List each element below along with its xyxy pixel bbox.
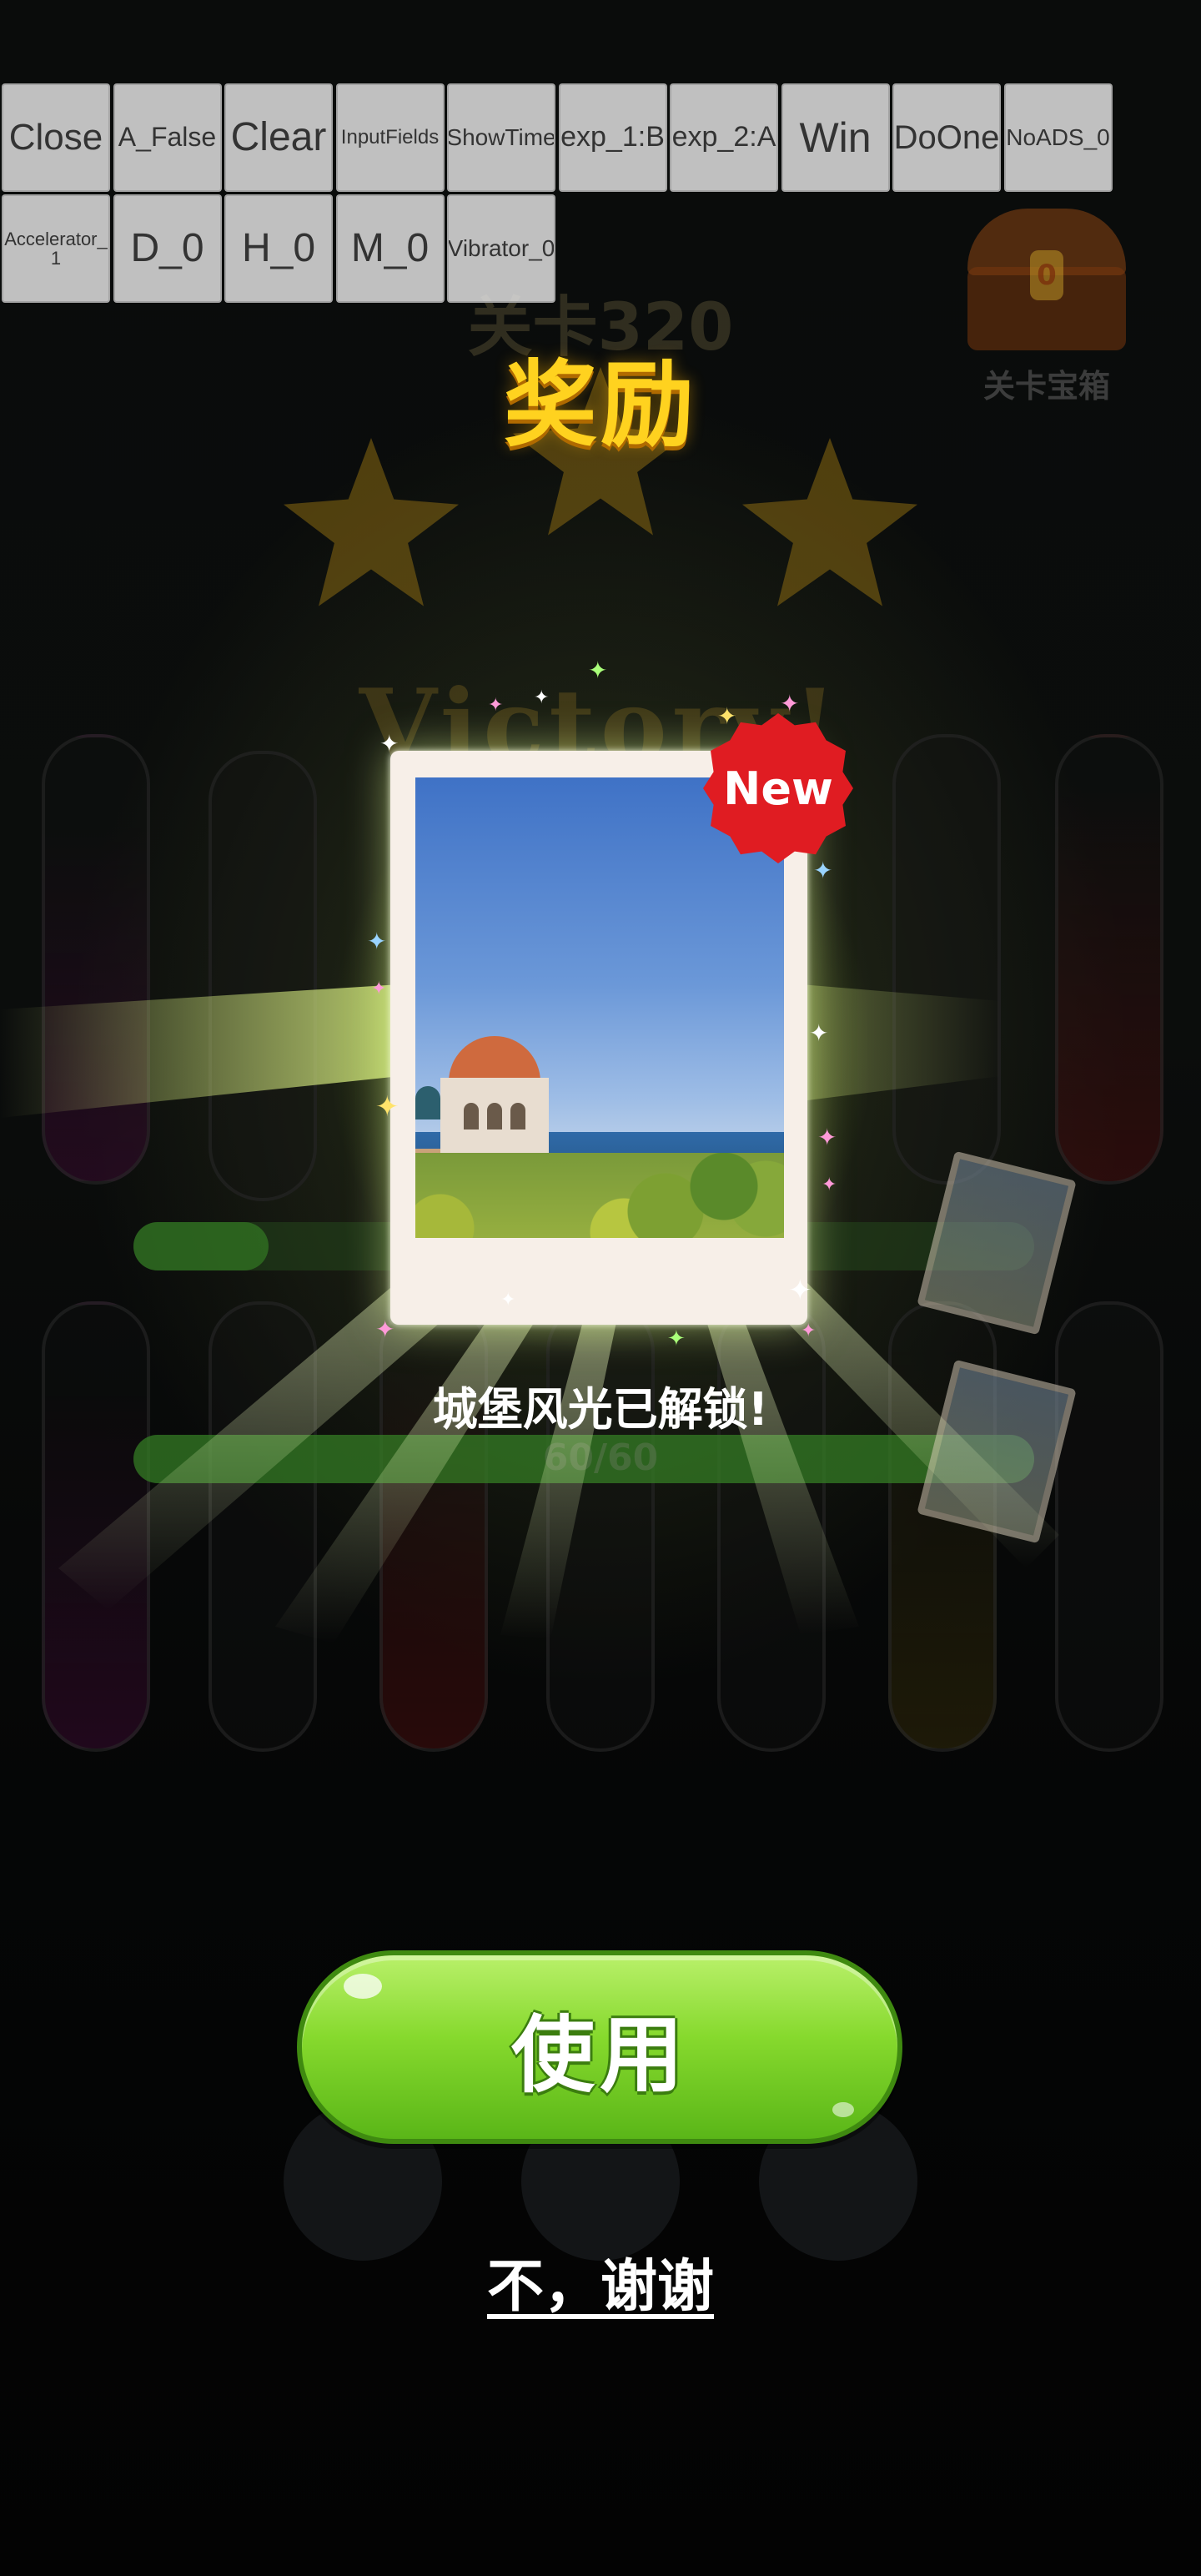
debug-button-vibrator-0[interactable]: Vibrator_0 <box>447 194 555 303</box>
unlock-message: 城堡风光已解锁! <box>432 1383 769 1436</box>
background-tube <box>717 1301 826 1752</box>
debug-button-close[interactable]: Close <box>2 83 110 192</box>
debug-button-m-0[interactable]: M_0 <box>335 194 445 303</box>
sparkle-icon: ✦ <box>822 1175 837 1195</box>
debug-button-exp-1-b[interactable]: exp_1:B <box>558 83 667 192</box>
debug-button-accelerator-1[interactable]: Accelerator_ 1 <box>2 194 110 303</box>
use-button[interactable]: 使用 <box>297 1950 902 2144</box>
debug-button-doone[interactable]: DoOne <box>892 83 1001 192</box>
debug-button-clear[interactable]: Clear <box>224 83 333 192</box>
debug-button-a-false[interactable]: A_False <box>113 83 222 192</box>
sparkle-icon: ✦ <box>588 657 608 684</box>
background-tube <box>42 734 150 1185</box>
sparkle-icon: ✦ <box>375 1090 399 1124</box>
sparkle-icon: ✦ <box>379 730 399 757</box>
sparkle-icon: ✦ <box>801 1321 817 1341</box>
sparkle-icon: ✦ <box>788 1274 812 1307</box>
sparkle-icon: ✦ <box>488 695 504 716</box>
debug-button-win[interactable]: Win <box>781 83 890 192</box>
sparkle-icon: ✦ <box>375 1316 395 1343</box>
debug-button-showtime[interactable]: ShowTime <box>447 83 555 192</box>
sparkle-icon: ✦ <box>367 928 387 955</box>
sparkle-icon: ✦ <box>813 857 833 884</box>
sparkle-icon: ✦ <box>371 979 387 999</box>
sparkle-icon: ✦ <box>809 1019 829 1047</box>
debug-button-inputfields[interactable]: InputFields <box>335 83 445 192</box>
no-thanks-link[interactable]: 不，谢谢 <box>0 2240 1201 2322</box>
background-tube <box>209 751 317 1201</box>
background-tube <box>1055 1301 1163 1752</box>
castle-scenery-photo <box>415 777 784 1238</box>
sparkle-icon: ✦ <box>717 702 737 730</box>
sparkle-icon: ✦ <box>500 1290 516 1311</box>
background-tube <box>892 734 1001 1185</box>
background-tube <box>42 1301 150 1752</box>
background-tube <box>209 1301 317 1752</box>
sparkle-icon: ✦ <box>667 1326 686 1351</box>
debug-button-exp-2-a[interactable]: exp_2:A <box>670 83 778 192</box>
debug-button-d-0[interactable]: D_0 <box>113 194 222 303</box>
background-tube <box>379 1301 488 1752</box>
reward-title: 奖励 <box>504 351 697 460</box>
debug-button-h-0[interactable]: H_0 <box>224 194 333 303</box>
background-tube <box>1055 734 1163 1185</box>
background-tube <box>546 1301 655 1752</box>
use-button-label: 使用 <box>511 2005 688 2104</box>
debug-button-noads-0[interactable]: NoADS_0 <box>1003 83 1113 192</box>
sparkle-icon: ✦ <box>817 1124 837 1151</box>
sparkle-icon: ✦ <box>534 687 550 708</box>
sparkle-icon: ✦ <box>780 690 800 717</box>
